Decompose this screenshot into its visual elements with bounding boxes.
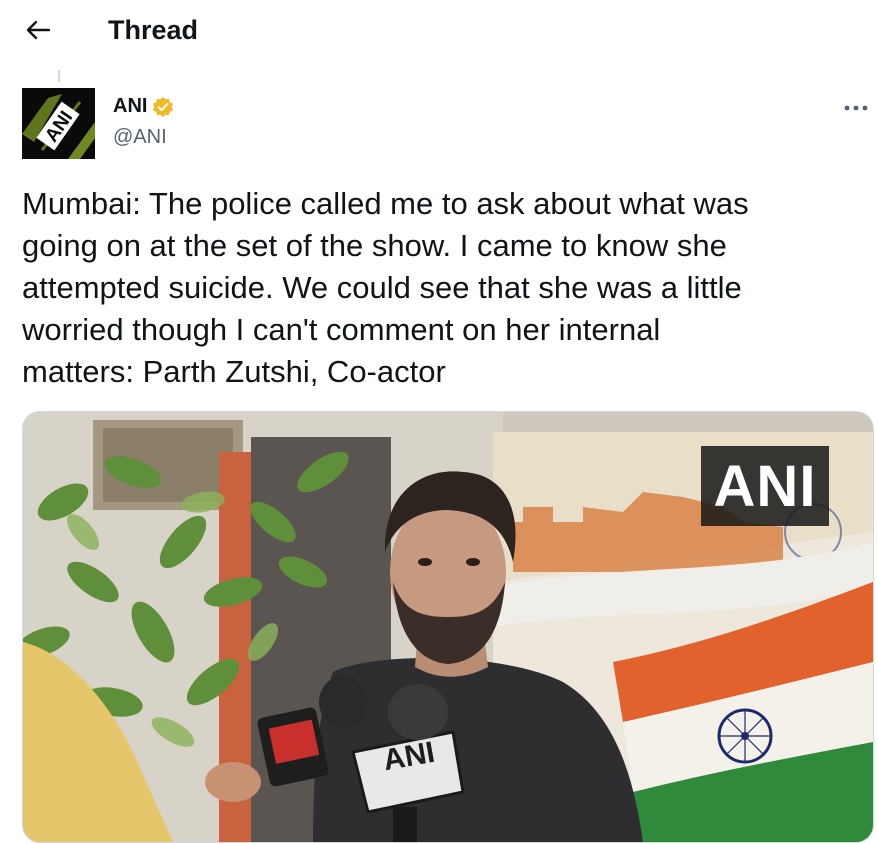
author-handle[interactable]: @ANI xyxy=(113,126,167,149)
tweet-text: Mumbai: The police called me to ask abou… xyxy=(22,186,749,389)
more-options-button[interactable] xyxy=(838,92,874,122)
more-icon xyxy=(844,98,868,116)
arrow-left-icon xyxy=(25,19,51,46)
verified-badge-icon xyxy=(152,96,174,118)
avatar[interactable]: ANI xyxy=(22,88,95,159)
media-watermark: ANI xyxy=(701,446,829,526)
author-name-label: ANI xyxy=(113,95,148,117)
tweet-media-image[interactable]: ANI ANI xyxy=(22,411,874,843)
back-button[interactable] xyxy=(18,14,58,50)
page-title: Thread xyxy=(108,15,199,45)
top-bar: Thread xyxy=(0,0,878,64)
thread-connector-line xyxy=(58,70,60,82)
author-name[interactable]: ANI xyxy=(113,95,174,118)
